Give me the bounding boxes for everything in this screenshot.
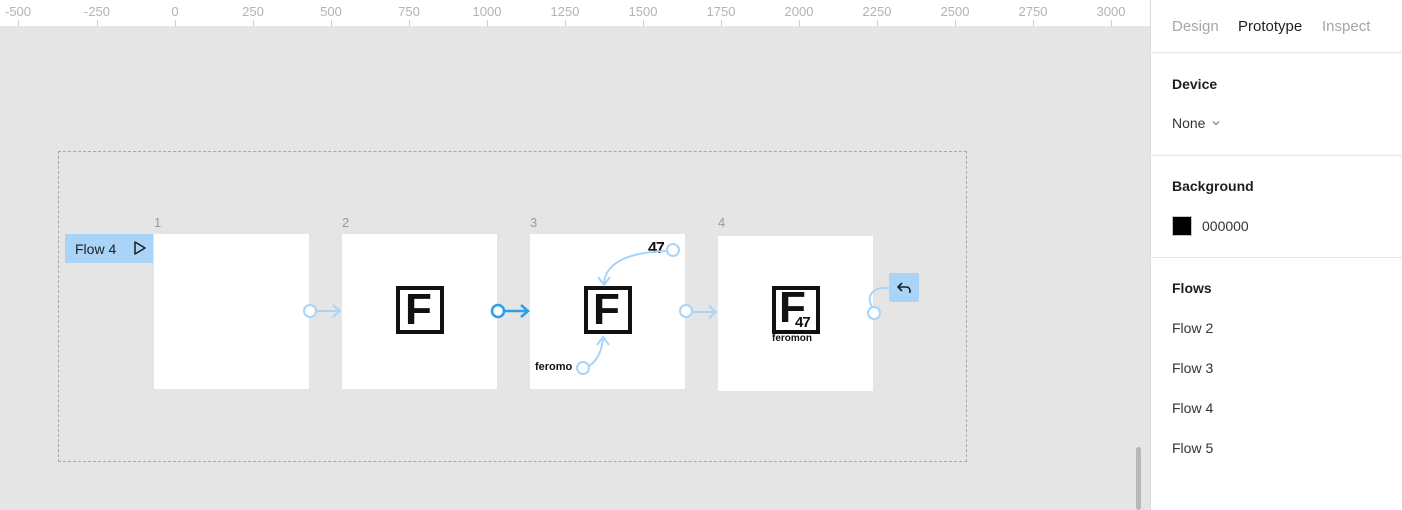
ruler-tick: 2500 <box>940 4 970 19</box>
device-section: Device None <box>1151 53 1402 156</box>
frame-number: 1 <box>154 215 162 230</box>
flow-item[interactable]: Flow 2 <box>1172 320 1213 336</box>
ruler-tick: 1500 <box>628 4 658 19</box>
horizontal-ruler: -500 -250 0 250 500 750 1000 1250 1500 1… <box>0 0 1150 27</box>
ruler-tick: 2250 <box>862 4 892 19</box>
overlay-label: 47 <box>648 240 665 257</box>
overlay-label: feromo <box>535 361 573 373</box>
tab-inspect[interactable]: Inspect <box>1322 18 1370 35</box>
frame-2[interactable]: F <box>342 234 497 389</box>
frame-4[interactable]: F 47 feromon <box>718 236 873 391</box>
ruler-tick: 3000 <box>1096 4 1126 19</box>
ruler-tick: 250 <box>242 4 264 19</box>
ruler-tick: 750 <box>398 4 420 19</box>
flows-section: Flows Flow 2 Flow 3 Flow 4 Flow 5 <box>1151 258 1402 508</box>
section-title: Device <box>1172 76 1218 92</box>
flow-item[interactable]: Flow 3 <box>1172 360 1213 376</box>
frame-1[interactable] <box>154 234 309 389</box>
frame-number: 3 <box>530 215 538 230</box>
properties-panel: Design Prototype Inspect Device None Bac… <box>1150 0 1402 510</box>
vertical-scrollbar[interactable] <box>1136 447 1141 510</box>
tab-prototype[interactable]: Prototype <box>1238 18 1302 35</box>
chevron-down-icon <box>1213 121 1220 126</box>
canvas[interactable]: -500 -250 0 250 500 750 1000 1250 1500 1… <box>0 0 1150 510</box>
ruler-tick: -250 <box>83 4 111 19</box>
ruler-tick: 1750 <box>706 4 736 19</box>
section-title: Background <box>1172 178 1254 194</box>
flow-item[interactable]: Flow 4 <box>1172 400 1213 416</box>
ruler-tick: -500 <box>4 4 32 19</box>
logo-mark: F 47 <box>772 283 820 334</box>
ruler-tick: 2000 <box>784 4 814 19</box>
flow-starting-point[interactable]: Flow 4 <box>65 234 153 263</box>
device-value: None <box>1172 115 1206 131</box>
color-swatch[interactable] <box>1172 216 1192 236</box>
logo-mark: F <box>584 285 632 334</box>
flow-item[interactable]: Flow 5 <box>1172 440 1213 456</box>
frame-3[interactable]: F 47 feromo <box>530 234 685 389</box>
tab-design[interactable]: Design <box>1172 18 1219 35</box>
ruler-tick: 500 <box>320 4 342 19</box>
frame-number: 4 <box>718 215 726 230</box>
ruler-tick: 1000 <box>472 4 502 19</box>
background-hex[interactable]: 000000 <box>1202 218 1249 234</box>
section-title: Flows <box>1172 280 1212 296</box>
logo-mark: F <box>396 285 444 334</box>
ruler-tick: 1250 <box>550 4 580 19</box>
ruler-tick: 2750 <box>1018 4 1048 19</box>
frame-number: 2 <box>342 215 350 230</box>
flow-badge-label: Flow 4 <box>75 240 117 257</box>
play-icon[interactable] <box>132 240 148 256</box>
background-section: Background 000000 <box>1151 156 1402 258</box>
ruler-tick: 0 <box>171 4 179 19</box>
device-select[interactable]: None <box>1172 115 1221 131</box>
logo-caption: feromon <box>772 333 812 344</box>
panel-tabs: Design Prototype Inspect <box>1151 0 1402 53</box>
back-action-button[interactable] <box>889 273 919 302</box>
back-arrow-icon <box>897 281 911 293</box>
